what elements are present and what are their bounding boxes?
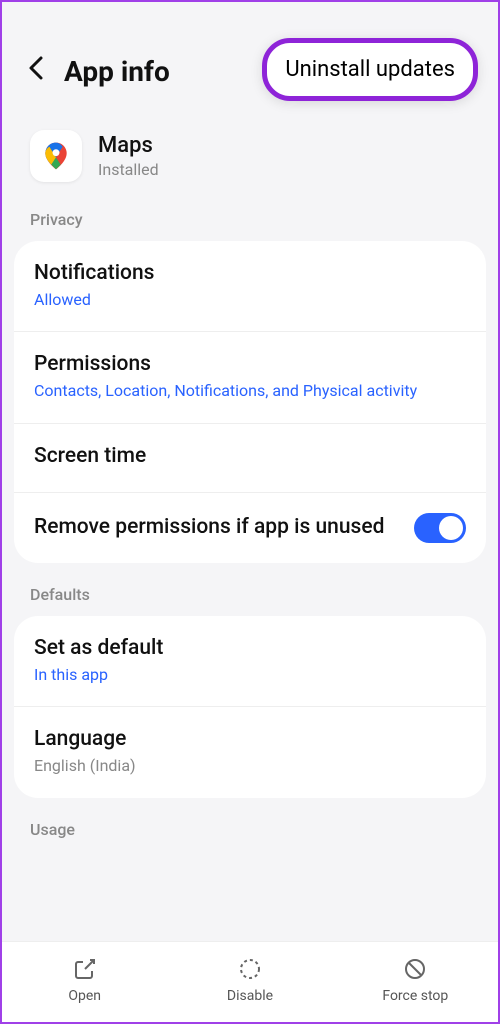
page-title: App info [64,55,170,88]
overflow-menu-popup[interactable]: Uninstall updates [262,38,478,101]
disable-icon [237,956,263,982]
section-usage-label: Usage [2,820,498,839]
open-button[interactable]: Open [2,956,167,1004]
permissions-item[interactable]: Permissions Contacts, Location, Notifica… [14,332,486,423]
back-button[interactable] [26,52,46,90]
remove-permissions-toggle[interactable] [414,513,466,543]
force-stop-icon [402,956,428,982]
set-default-item[interactable]: Set as default In this app [14,616,486,707]
open-icon [72,956,98,982]
app-name: Maps [98,133,159,158]
app-status: Installed [98,160,159,179]
notifications-item[interactable]: Notifications Allowed [14,241,486,332]
defaults-card: Set as default In this app Language Engl… [14,616,486,798]
section-privacy-label: Privacy [2,210,498,241]
section-defaults-label: Defaults [2,585,498,616]
app-header-row: Maps Installed [2,110,498,210]
menu-item-uninstall-updates[interactable]: Uninstall updates [285,57,455,82]
maps-icon [40,140,72,172]
language-item[interactable]: Language English (India) [14,707,486,797]
privacy-card: Notifications Allowed Permissions Contac… [14,241,486,563]
bottom-action-bar: Open Disable Force stop [2,941,498,1022]
force-stop-button[interactable]: Force stop [333,956,498,1004]
app-icon [30,130,82,182]
disable-button[interactable]: Disable [167,956,332,1004]
remove-permissions-item[interactable]: Remove permissions if app is unused [14,493,486,563]
screen-time-item[interactable]: Screen time [14,424,486,493]
